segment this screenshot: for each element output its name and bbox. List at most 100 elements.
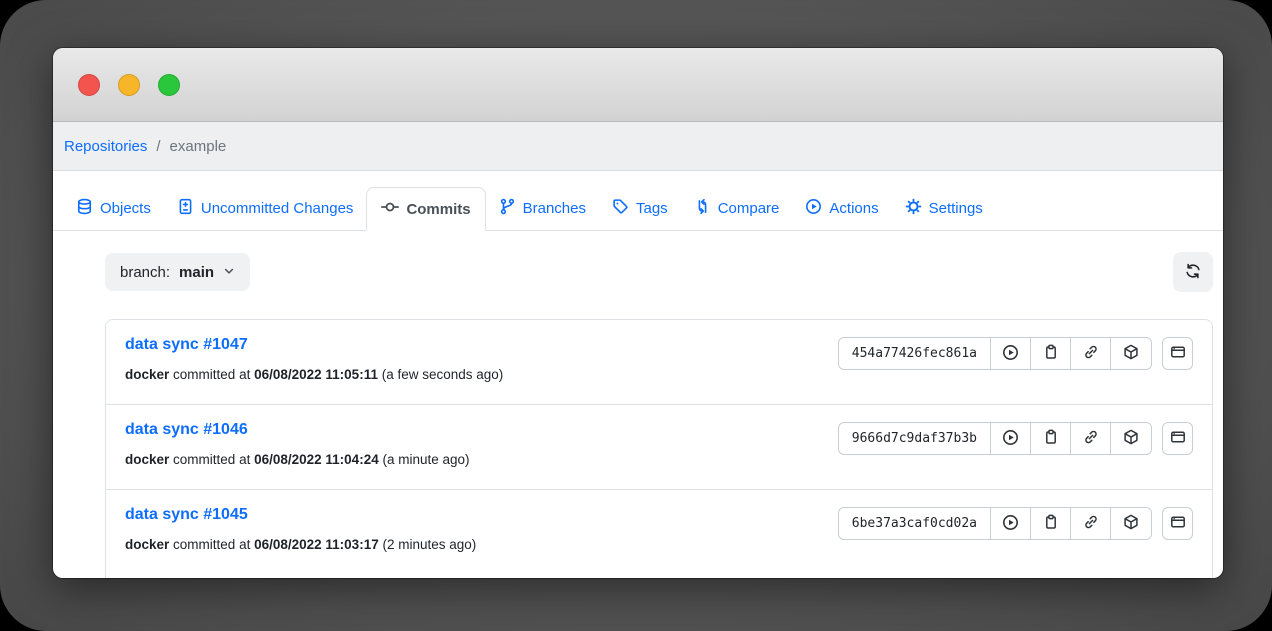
- tab-label: Commits: [406, 201, 470, 218]
- zoom-window-button[interactable]: [158, 74, 180, 96]
- link-icon: [1083, 344, 1099, 363]
- committed-at-text: committed at: [173, 452, 250, 467]
- commit-meta: docker committed at 06/08/2022 11:04:24 …: [125, 452, 470, 467]
- git-commit-icon: [381, 198, 399, 220]
- browse-objects-button[interactable]: [1111, 423, 1151, 454]
- tab-label: Settings: [929, 200, 983, 217]
- run-commit-button[interactable]: [991, 338, 1031, 369]
- play-circle-icon: [805, 198, 822, 219]
- run-commit-button[interactable]: [991, 423, 1031, 454]
- window-icon: [1170, 514, 1186, 533]
- commit-info: data sync #1046 docker committed at 06/0…: [125, 421, 470, 467]
- browse-objects-button[interactable]: [1111, 508, 1151, 539]
- copy-commit-link-button[interactable]: [1071, 508, 1111, 539]
- commit-author: docker: [125, 452, 169, 467]
- commit-row: data sync #1045 docker committed at 06/0…: [106, 489, 1212, 574]
- tab-label: Compare: [718, 200, 780, 217]
- commit-hash: 454a77426fec861a: [839, 338, 991, 369]
- window-icon: [1170, 429, 1186, 448]
- commit-actions: 9666d7c9daf37b3b: [838, 422, 1193, 455]
- commit-info: data sync #1047 docker committed at 06/0…: [125, 336, 503, 382]
- clipboard-icon: [1043, 514, 1059, 533]
- copy-commit-id-button[interactable]: [1031, 338, 1071, 369]
- play-circle-icon: [1002, 514, 1019, 534]
- tab-compare[interactable]: Compare: [681, 187, 793, 230]
- commit-meta: docker committed at 06/08/2022 11:05:11 …: [125, 367, 503, 382]
- commit-relative-time: (a few seconds ago): [382, 367, 504, 382]
- chevron-down-icon: [223, 264, 235, 281]
- file-diff-icon: [177, 198, 194, 219]
- tab-label: Branches: [523, 200, 586, 217]
- tag-icon: [612, 198, 629, 219]
- close-window-button[interactable]: [78, 74, 100, 96]
- commit-timestamp: 06/08/2022 11:05:11: [254, 367, 378, 382]
- commit-timestamp: 06/08/2022 11:04:24: [254, 452, 379, 467]
- link-icon: [1083, 514, 1099, 533]
- commit-title-link[interactable]: data sync #1045: [125, 506, 248, 524]
- play-circle-icon: [1002, 429, 1019, 449]
- copy-commit-id-button[interactable]: [1031, 508, 1071, 539]
- refresh-button[interactable]: [1173, 252, 1213, 292]
- commit-info: data sync #1045 docker committed at 06/0…: [125, 506, 476, 552]
- run-commit-button[interactable]: [991, 508, 1031, 539]
- branch-selector-dropdown[interactable]: branch: main: [105, 253, 250, 291]
- commit-title-link[interactable]: data sync #1047: [125, 336, 248, 354]
- tab-settings[interactable]: Settings: [892, 187, 996, 230]
- commits-toolbar: branch: main: [105, 252, 1213, 292]
- browse-objects-button[interactable]: [1111, 338, 1151, 369]
- cube-icon: [1123, 344, 1139, 363]
- commit-hash: 6be37a3caf0cd02a: [839, 508, 991, 539]
- refresh-icon: [1184, 262, 1202, 283]
- app-window: Repositories / example Objects Uncommitt…: [53, 48, 1223, 578]
- commit-relative-time: (a minute ago): [382, 452, 469, 467]
- breadcrumb-repositories-link[interactable]: Repositories: [64, 138, 147, 155]
- repo-content: Objects Uncommitted Changes Commits Bran…: [53, 171, 1223, 578]
- committed-at-text: committed at: [173, 537, 250, 552]
- repo-tabbar: Objects Uncommitted Changes Commits Bran…: [53, 171, 1223, 231]
- copy-commit-link-button[interactable]: [1071, 423, 1111, 454]
- tab-uncommitted-changes[interactable]: Uncommitted Changes: [164, 187, 367, 230]
- branch-name: main: [179, 264, 214, 281]
- commit-hash: 9666d7c9daf37b3b: [839, 423, 991, 454]
- tab-commits[interactable]: Commits: [366, 187, 485, 231]
- open-commit-viewer-button[interactable]: [1162, 507, 1193, 540]
- cube-icon: [1123, 429, 1139, 448]
- committed-at-text: committed at: [173, 367, 250, 382]
- git-branch-icon: [499, 198, 516, 219]
- database-icon: [76, 198, 93, 219]
- tab-tags[interactable]: Tags: [599, 187, 681, 230]
- clipboard-icon: [1043, 344, 1059, 363]
- commit-row: data sync #1047 docker committed at 06/0…: [106, 320, 1212, 404]
- commit-actions: 6be37a3caf0cd02a: [838, 507, 1193, 540]
- clipboard-icon: [1043, 429, 1059, 448]
- commit-title-link[interactable]: data sync #1046: [125, 421, 248, 439]
- breadcrumb-separator: /: [156, 138, 160, 155]
- copy-commit-link-button[interactable]: [1071, 338, 1111, 369]
- commit-author: docker: [125, 537, 169, 552]
- window-titlebar: [53, 48, 1223, 122]
- commit-button-group: 9666d7c9daf37b3b: [838, 422, 1152, 455]
- play-circle-icon: [1002, 344, 1019, 364]
- commit-author: docker: [125, 367, 169, 382]
- minimize-window-button[interactable]: [118, 74, 140, 96]
- tab-objects[interactable]: Objects: [63, 187, 164, 230]
- tab-label: Uncommitted Changes: [201, 200, 354, 217]
- tab-actions[interactable]: Actions: [792, 187, 891, 230]
- commit-actions: 454a77426fec861a: [838, 337, 1193, 370]
- cube-icon: [1123, 514, 1139, 533]
- tab-label: Objects: [100, 200, 151, 217]
- breadcrumb: Repositories / example: [53, 122, 1223, 171]
- commit-timestamp: 06/08/2022 11:03:17: [254, 537, 379, 552]
- commit-button-group: 454a77426fec861a: [838, 337, 1152, 370]
- commit-meta: docker committed at 06/08/2022 11:03:17 …: [125, 537, 476, 552]
- open-commit-viewer-button[interactable]: [1162, 337, 1193, 370]
- tab-branches[interactable]: Branches: [486, 187, 599, 230]
- link-icon: [1083, 429, 1099, 448]
- commit-button-group: 6be37a3caf0cd02a: [838, 507, 1152, 540]
- desktop-backdrop: Repositories / example Objects Uncommitt…: [0, 0, 1272, 631]
- branch-label: branch:: [120, 264, 170, 281]
- tab-label: Tags: [636, 200, 668, 217]
- copy-commit-id-button[interactable]: [1031, 423, 1071, 454]
- open-commit-viewer-button[interactable]: [1162, 422, 1193, 455]
- commit-list: data sync #1047 docker committed at 06/0…: [105, 319, 1213, 578]
